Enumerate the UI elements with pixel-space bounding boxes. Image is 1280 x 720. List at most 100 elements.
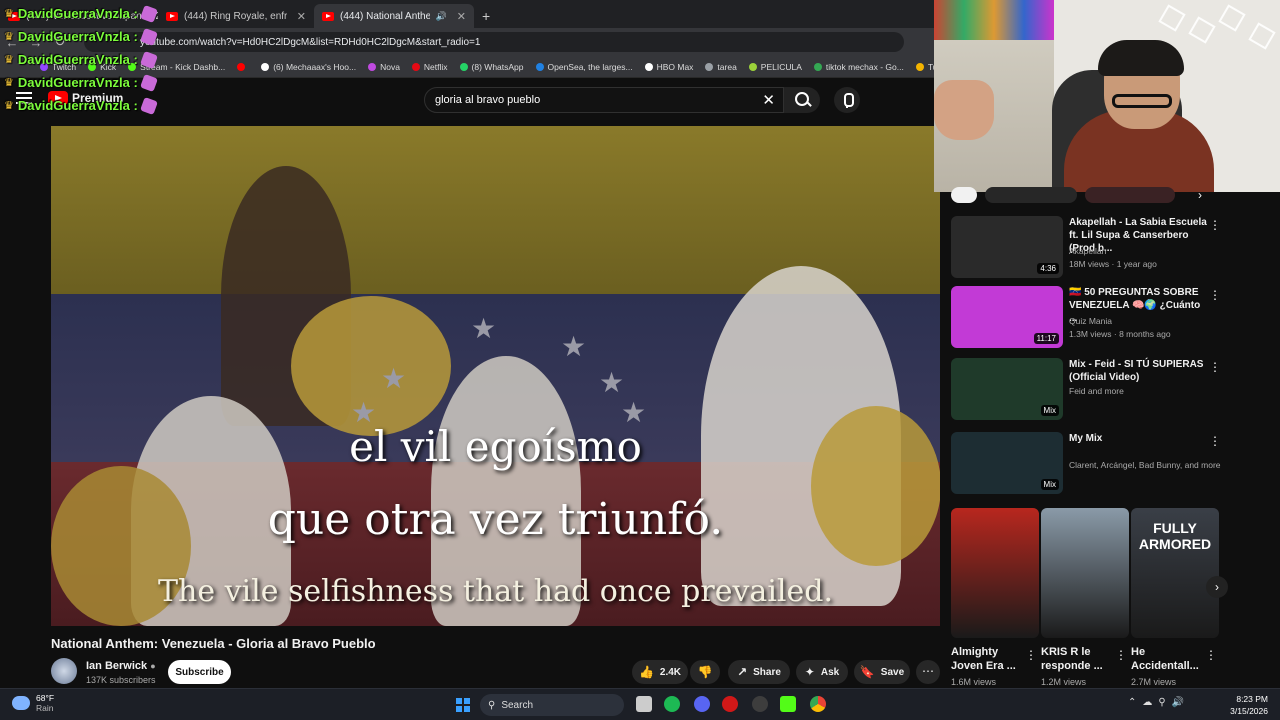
video-thumbnail[interactable]: Mix (951, 358, 1063, 420)
video-thumbnail[interactable]: 4:36 (951, 216, 1063, 278)
bookmark-item[interactable]: (8) WhatsApp (459, 61, 524, 72)
close-tab-icon[interactable]: ✕ (297, 10, 306, 23)
channel-name[interactable]: Ian Berwick ● (86, 660, 156, 672)
crown-badge-icon: ♛ (4, 8, 14, 20)
more-options-icon[interactable]: ⋮ (1115, 648, 1127, 662)
microphone-icon[interactable] (834, 87, 860, 113)
bookmark-item[interactable]: PELICULA (748, 61, 802, 72)
channel-avatar[interactable] (51, 658, 77, 684)
short-thumbnail[interactable]: FULLY ARMORED (1131, 508, 1219, 638)
chrome-icon[interactable] (810, 696, 826, 712)
spotify-icon[interactable] (664, 696, 680, 712)
share-icon: ↗ (737, 665, 748, 679)
clock[interactable]: 8:23 PM 3/15/2026 (1224, 693, 1268, 717)
weather-widget[interactable]: 68°F Rain (12, 693, 54, 713)
chat-username: DavidGuerraVnzla : (17, 29, 138, 44)
thumbs-up-hand (934, 80, 994, 140)
bookmark-item[interactable]: Nova (368, 62, 400, 72)
chip[interactable] (985, 187, 1077, 203)
bookmark-item[interactable]: tiktok mechax - Go... (813, 61, 904, 72)
task-view-icon[interactable] (636, 696, 652, 712)
bookmark-favicon-icon (748, 62, 757, 71)
clock-time: 8:23 PM (1236, 694, 1268, 704)
bookmark-label: tiktok mechax - Go... (825, 61, 904, 72)
bookmark-item[interactable]: Turn You (915, 62, 934, 72)
more-options-icon[interactable]: ⋮ (1209, 218, 1221, 232)
more-options-icon[interactable]: ⋮ (1205, 648, 1217, 662)
tab-national-anthem[interactable]: (444) National Anthem: Venezuela 🔊 ✕ (314, 4, 474, 28)
ask-button[interactable]: ✦ Ask (796, 660, 848, 684)
thumbs-up-icon: 👍 (638, 665, 654, 679)
video-player[interactable]: ★ ★ ★ ★ ★ ★ el vil egoísmo que otra vez … (51, 126, 940, 626)
recommended-video[interactable]: Mix My Mix Clarent, Arcángel, Bad Bunny, a… (951, 432, 1223, 496)
recommended-video[interactable]: 11:17 🇻🇪 50 PREGUNTAS SOBRE VENEZUELA 🧠🌍 … (951, 286, 1223, 350)
bookmark-item[interactable]: (6) Mechaaax's Hoo... (261, 62, 356, 72)
like-button[interactable]: 👍 2.4K (632, 660, 688, 684)
kick-icon[interactable] (780, 696, 796, 712)
subscribe-button[interactable]: Subscribe (168, 660, 231, 684)
glasses (1112, 94, 1172, 108)
close-tab-icon[interactable]: ✕ (457, 10, 466, 23)
url-input[interactable]: youtube.com/watch?v=Hd0HC2lDgcM&list=RDH… (84, 32, 904, 52)
app-icon[interactable] (752, 696, 768, 712)
recommended-channel: Clarent, Arcángel, Bad Bunny, and more (1069, 460, 1221, 470)
tab-title: (444) Ring Royale, enfrentamiento (184, 10, 287, 22)
flag-star-icon: ★ (471, 313, 497, 344)
more-options-icon[interactable]: ⋮ (1025, 648, 1037, 662)
new-tab-button[interactable]: + (474, 4, 498, 28)
short-title[interactable]: He Accidentall... (1131, 645, 1201, 673)
windows-taskbar: 68°F Rain ⚲ Search ⌃☁⚲🔊 8:23 PM 3/15/202… (0, 688, 1280, 720)
short-thumbnail[interactable] (951, 508, 1039, 638)
taskbar-search[interactable]: ⚲ Search (480, 694, 624, 716)
url-text: youtube.com/watch?v=Hd0HC2lDgcM&list=RDH… (140, 36, 481, 48)
discord-icon[interactable] (694, 696, 710, 712)
video-title: National Anthem: Venezuela - Gloria al B… (51, 636, 376, 651)
short-title[interactable]: Almighty Joven Era ... (951, 645, 1021, 673)
tab-ring-royale[interactable]: (444) Ring Royale, enfrentamiento ✕ (158, 4, 314, 28)
short-views: 1.2M views (1041, 677, 1087, 687)
short-thumbnail[interactable] (1041, 508, 1129, 638)
clear-search-icon[interactable]: ✕ (762, 91, 775, 109)
search-button[interactable] (784, 87, 820, 113)
bookmark-item[interactable] (237, 62, 249, 71)
save-button[interactable]: 🔖 Save (854, 660, 910, 684)
opera-icon[interactable] (722, 696, 738, 712)
bookmark-label: PELICULA (760, 61, 802, 72)
share-button[interactable]: ↗ Share (728, 660, 790, 684)
stream-chat-overlay: ♛ DavidGuerraVnzla : ♛ DavidGuerraVnzla : ♛ D… (4, 2, 174, 117)
flag-star-icon: ★ (381, 363, 407, 394)
recommended-video[interactable]: Mix Mix - Feid - SI TÚ SUPIERAS (Official… (951, 358, 1223, 422)
system-tray[interactable]: ⌃☁⚲🔊 (1128, 697, 1190, 708)
recommended-channel: Akapellah (1069, 246, 1107, 256)
more-actions-icon[interactable]: ⋯ (916, 660, 940, 684)
shorts-next-icon[interactable]: › (1206, 576, 1228, 598)
more-options-icon[interactable]: ⋮ (1209, 360, 1221, 374)
bookmark-item[interactable]: HBO Max (644, 62, 693, 72)
dislike-button[interactable]: 👎 (690, 660, 720, 684)
video-thumbnail[interactable]: 11:17 (951, 286, 1063, 348)
speaker-icon[interactable]: 🔊 (436, 11, 447, 22)
chat-username: DavidGuerraVnzla : (17, 6, 138, 21)
bookmark-item[interactable]: tarea (705, 62, 737, 72)
bookmark-item[interactable]: OpenSea, the larges... (535, 62, 633, 72)
chat-message: ♛ DavidGuerraVnzla : (4, 25, 174, 48)
short-title[interactable]: KRIS R le responde ... (1041, 645, 1111, 673)
video-thumbnail[interactable]: Mix (951, 432, 1063, 494)
chip[interactable] (1085, 187, 1175, 203)
search-input[interactable]: gloria al bravo pueblo ✕ (424, 87, 784, 113)
more-options-icon[interactable]: ⋮ (1209, 288, 1221, 302)
emote-icon (139, 73, 158, 92)
emote-icon (139, 27, 158, 46)
windows-start-icon[interactable] (456, 698, 470, 712)
filter-chips (951, 186, 1211, 204)
duration-badge: 11:17 (1033, 333, 1059, 344)
chip-all[interactable] (951, 187, 977, 203)
more-options-icon[interactable]: ⋮ (1209, 434, 1221, 448)
recommended-video[interactable]: 4:36 Akapellah - La Sabia Escuela ft. Lil… (951, 216, 1223, 280)
bookmark-item[interactable]: Netflix (411, 62, 448, 72)
bookmark-label: (8) WhatsApp (471, 61, 524, 72)
chevron-right-icon[interactable]: › (1198, 188, 1202, 202)
rain-cloud-icon (12, 696, 30, 710)
tab-title: (444) National Anthem: Venezuela (340, 10, 430, 22)
bookmark-label: Nova (380, 61, 400, 72)
